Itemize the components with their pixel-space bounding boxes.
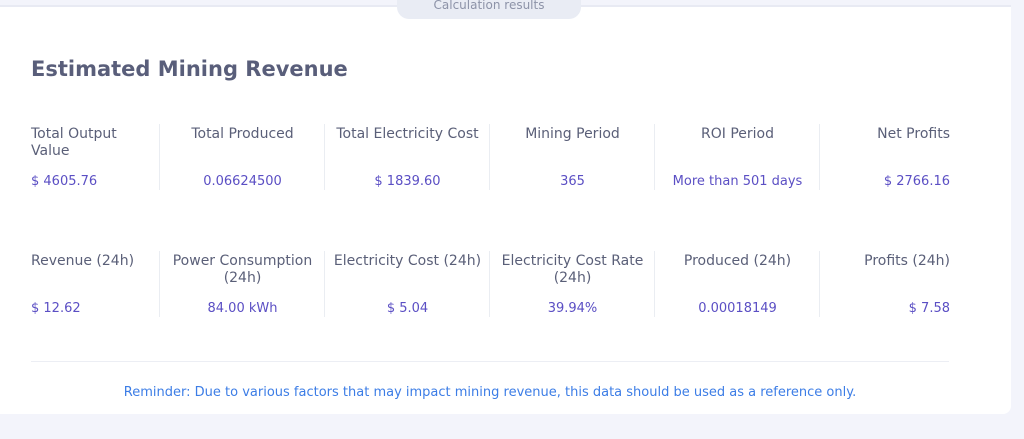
stat-value: 39.94% (547, 301, 598, 316)
stat-value: 0.00018149 (698, 301, 777, 316)
stat-value: $ 12.62 (31, 301, 81, 316)
stat-net-profits: Net Profits $ 2766.16 (819, 124, 950, 190)
divider (31, 361, 949, 362)
stat-total-electricity-cost: Total Electricity Cost $ 1839.60 (324, 124, 490, 190)
stat-label: Produced (24h) (683, 253, 792, 269)
stat-label: Total Electricity Cost (336, 126, 479, 142)
stat-value: More than 501 days (672, 174, 803, 189)
stat-electricity-cost-rate-24h: Electricity Cost Rate (24h) 39.94% (489, 251, 655, 317)
stat-value: 365 (560, 174, 585, 189)
stat-profits-24h: Profits (24h) $ 7.58 (819, 251, 950, 317)
results-card: Calculation results Estimated Mining Rev… (0, 0, 1011, 414)
summary-stats-row: Total Output Value $ 4605.76 Total Produ… (31, 124, 950, 194)
stat-label: Electricity Cost Rate (24h) (501, 253, 644, 286)
stat-label: Electricity Cost (24h) (333, 253, 482, 269)
stat-value: $ 4605.76 (31, 174, 98, 189)
stat-label: Profits (24h) (864, 253, 950, 269)
stat-total-output-value: Total Output Value $ 4605.76 (31, 124, 158, 190)
stat-label: Net Profits (877, 126, 950, 142)
stat-value: $ 7.58 (908, 301, 950, 316)
stat-label: Revenue (24h) (31, 253, 135, 269)
stat-value: 84.00 kWh (207, 301, 278, 316)
stat-label: Total Produced (191, 126, 294, 142)
stat-mining-period: Mining Period 365 (489, 124, 655, 190)
stat-label: ROI Period (701, 126, 774, 142)
daily-stats-row: Revenue (24h) $ 12.62 Power Consumption … (31, 251, 950, 321)
stat-produced-24h: Produced (24h) 0.00018149 (654, 251, 820, 317)
stat-label: Total Output Value (31, 126, 117, 159)
stat-revenue-24h: Revenue (24h) $ 12.62 (31, 251, 158, 317)
stat-roi-period: ROI Period More than 501 days (654, 124, 820, 190)
calculation-results-tab[interactable]: Calculation results (397, 0, 581, 19)
stat-label: Mining Period (525, 126, 620, 142)
card-title: Estimated Mining Revenue (31, 57, 348, 81)
stat-value: $ 5.04 (386, 301, 429, 316)
stat-value: $ 1839.60 (374, 174, 441, 189)
stat-label: Power Consumption (24h) (172, 253, 313, 286)
stat-value: 0.06624500 (203, 174, 282, 189)
stat-total-produced: Total Produced 0.06624500 (159, 124, 325, 190)
stat-power-consumption-24h: Power Consumption (24h) 84.00 kWh (159, 251, 325, 317)
stat-electricity-cost-24h: Electricity Cost (24h) $ 5.04 (324, 251, 490, 317)
stat-value: $ 2766.16 (883, 174, 950, 189)
reminder-note: Reminder: Due to various factors that ma… (123, 385, 857, 400)
